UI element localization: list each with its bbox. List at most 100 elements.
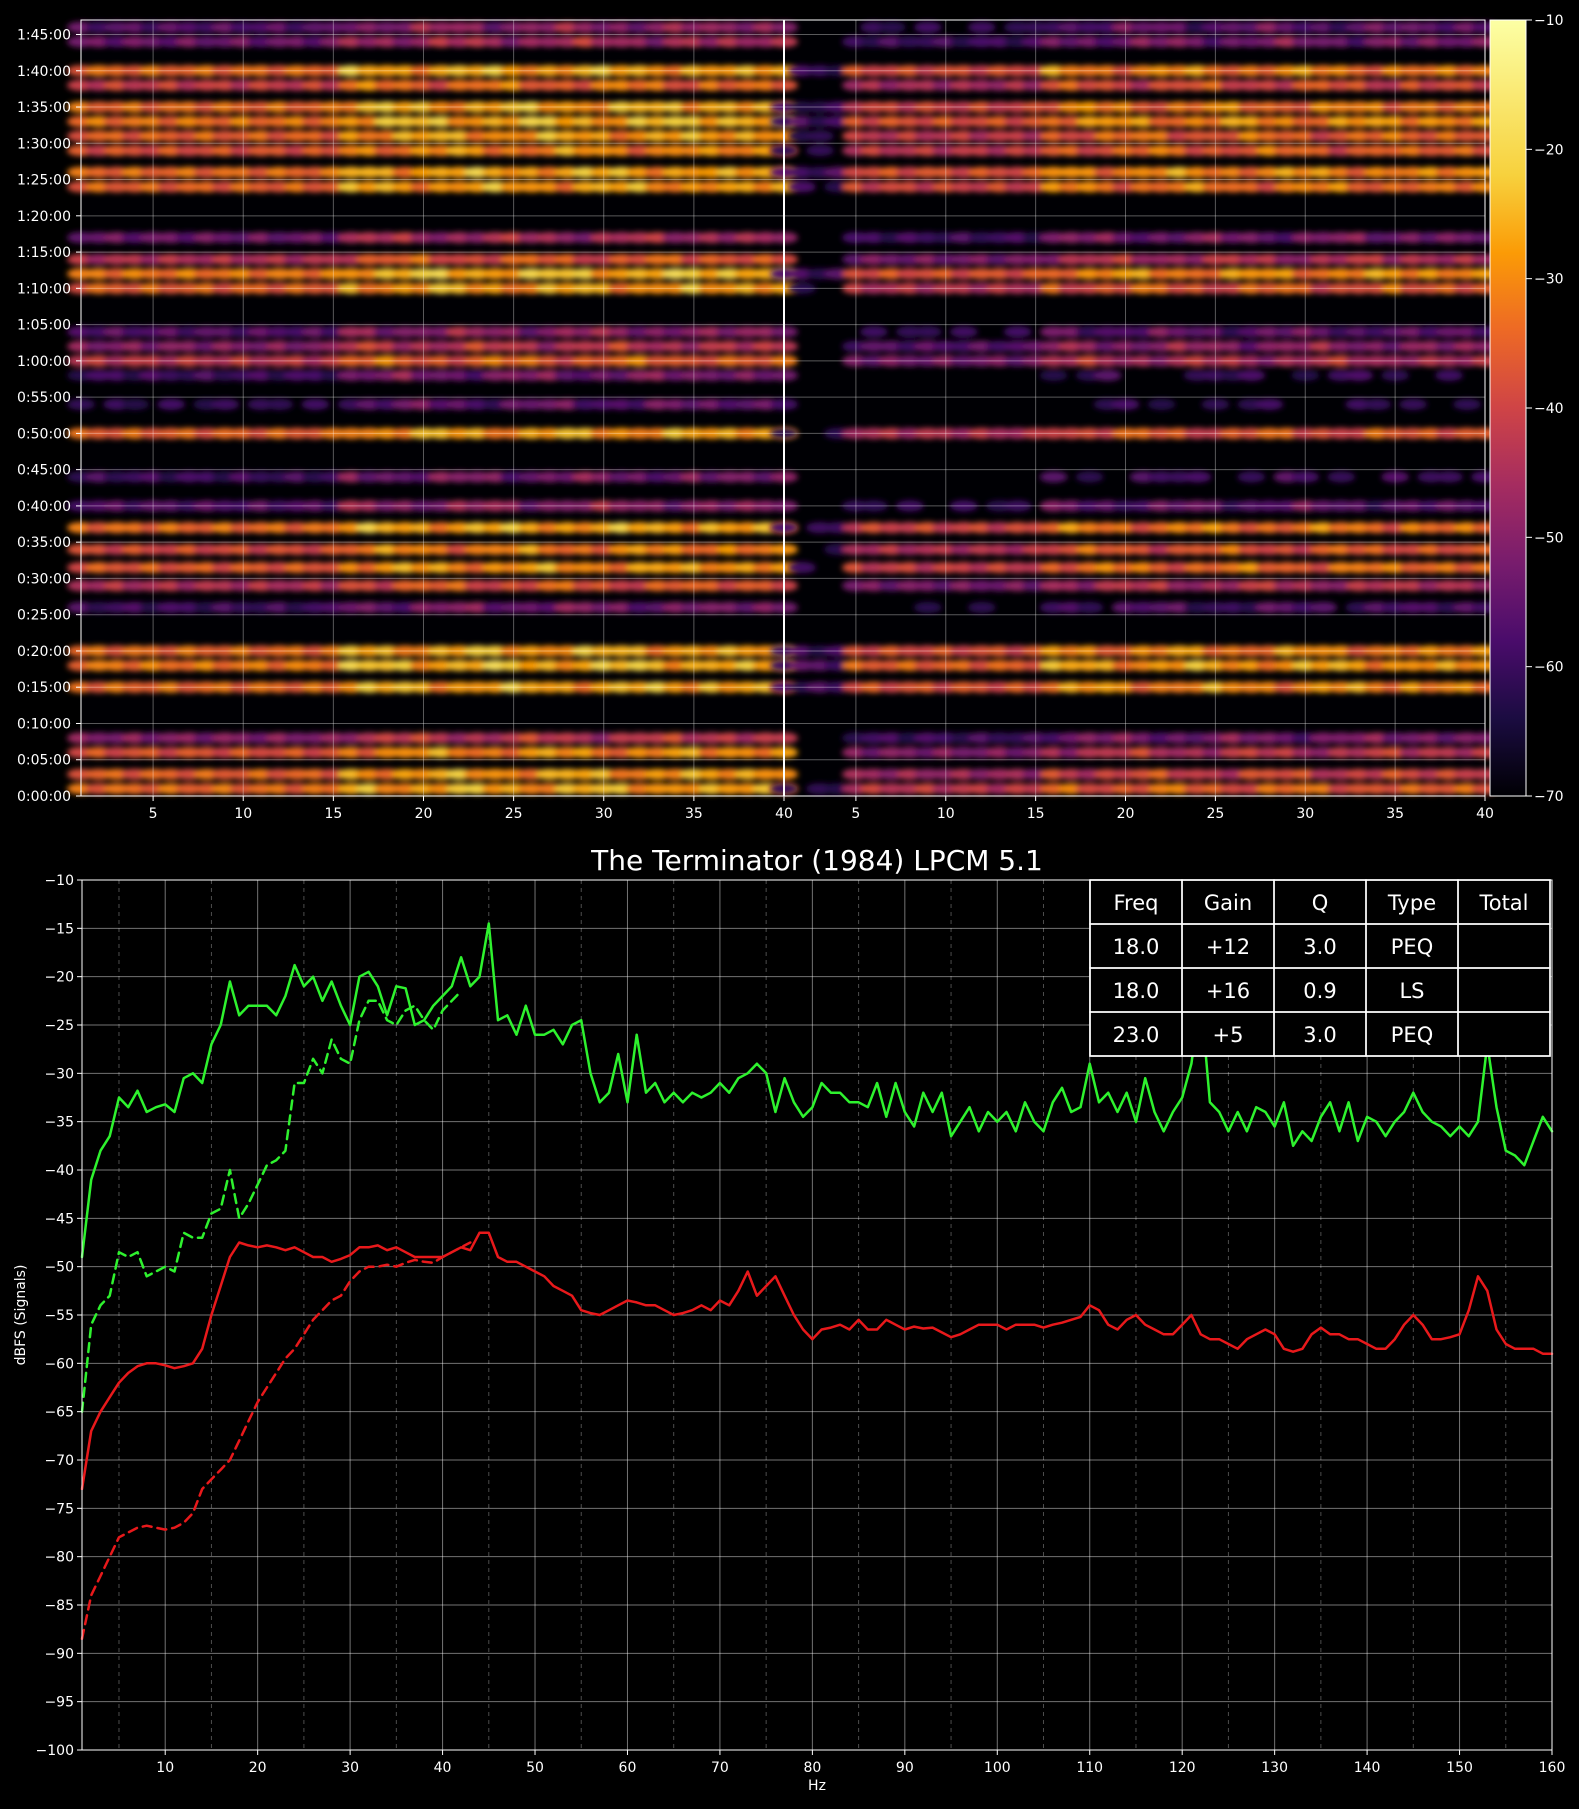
- spectrogram-cell: [1453, 398, 1482, 410]
- spectrogram-y-tick-label: 0:45:00: [17, 463, 71, 479]
- spectrogram-y-tick-label: 1:40:00: [17, 64, 71, 80]
- spectrogram-cell: [1309, 601, 1338, 613]
- eq-table-header: Type: [1387, 891, 1436, 915]
- x-tick-label: 140: [1354, 1760, 1381, 1776]
- spectrogram-x-tick-label: 40: [775, 806, 793, 822]
- y-tick-label: −95: [44, 1695, 74, 1711]
- spectrogram-x-tick-label: 25: [1206, 806, 1224, 822]
- x-tick-label: 70: [711, 1760, 729, 1776]
- spectrogram-y-tick-label: 0:05:00: [17, 753, 71, 769]
- spectrogram-cell: [1039, 369, 1068, 381]
- eq-table-header: Freq: [1114, 891, 1159, 915]
- spectrogram-y-tick-label: 1:10:00: [17, 281, 71, 297]
- spectrogram-cell: [1435, 471, 1464, 483]
- spectrogram-cell: [1363, 398, 1392, 410]
- x-tick-label: 100: [984, 1760, 1011, 1776]
- x-tick-label: 10: [156, 1760, 174, 1776]
- spectrogram-y-tick-label: 1:30:00: [17, 136, 71, 152]
- spectrogram-y-tick-label: 0:50:00: [17, 426, 71, 442]
- eq-table-value: 3.0: [1303, 1023, 1336, 1047]
- y-tick-label: −60: [44, 1356, 74, 1372]
- x-tick-label: 110: [1076, 1760, 1103, 1776]
- spectrogram-cell: [949, 326, 978, 338]
- spectrogram-cell: [913, 326, 942, 338]
- spectrogram-cell: [1435, 369, 1464, 381]
- y-tick-label: −70: [44, 1453, 74, 1469]
- x-tick-label: 80: [803, 1760, 821, 1776]
- spectrogram-cell: [211, 398, 240, 410]
- x-tick-label: 90: [896, 1760, 914, 1776]
- spectrogram-cell: [1003, 326, 1032, 338]
- spectrogram-y-tick-label: 0:30:00: [17, 571, 71, 587]
- spectrogram-cell: [1255, 398, 1284, 410]
- eq-table-value: 18.0: [1113, 935, 1160, 959]
- figure: 0:00:00 0:05:00 0:10:00 0:15:00 0:20:00 0:25:…: [0, 0, 1579, 1809]
- spectrogram-cell: [1345, 369, 1374, 381]
- spectrogram-cell: [1183, 471, 1212, 483]
- spectrogram-x-tick-label: 30: [595, 806, 613, 822]
- colorbar-tick-label: −50: [1534, 530, 1564, 546]
- spectrogram-y-tick-label: 1:35:00: [17, 100, 71, 116]
- spectrogram-y-tick-label: 0:40:00: [17, 499, 71, 515]
- y-tick-label: −25: [44, 1018, 74, 1034]
- spectrogram-cell: [1075, 601, 1104, 613]
- colorbar-tick-label: −60: [1534, 660, 1564, 676]
- x-tick-label: 60: [619, 1760, 637, 1776]
- spectrogram-cell: [967, 21, 996, 33]
- y-tick-label: −80: [44, 1550, 74, 1566]
- y-tick-label: −10: [44, 873, 74, 889]
- y-tick-label: −30: [44, 1066, 74, 1082]
- eq-table-value: 3.0: [1303, 935, 1336, 959]
- spectrogram-cell: [1039, 471, 1068, 483]
- y-tick-label: −40: [44, 1163, 74, 1179]
- eq-table-value: 18.0: [1113, 979, 1160, 1003]
- spectrogram-y-tick-label: 0:10:00: [17, 716, 71, 732]
- y-tick-label: −20: [44, 970, 74, 986]
- spectrogram-cell: [1399, 398, 1428, 410]
- spectrogram: 0:00:00 0:05:00 0:10:00 0:15:00 0:20:00 0:25:…: [17, 13, 1564, 822]
- spectrogram-x-tick-label: 10: [937, 806, 955, 822]
- spectrogram-x-tick-label: 15: [1027, 806, 1045, 822]
- x-tick-label: 130: [1261, 1760, 1288, 1776]
- spectrogram-x-tick-label: 35: [1386, 806, 1404, 822]
- spectrogram-y-tick-label: 1:25:00: [17, 173, 71, 189]
- y-tick-label: −15: [44, 921, 74, 937]
- y-tick-label: −45: [44, 1211, 74, 1227]
- x-tick-label: 160: [1539, 1760, 1566, 1776]
- spectrogram-x-tick-label: 25: [505, 806, 523, 822]
- spectrogram-x-tick-label: 20: [1117, 806, 1135, 822]
- spectrogram-cell: [877, 21, 906, 33]
- eq-table-value: LS: [1399, 979, 1424, 1003]
- colorbar-tick-label: −10: [1534, 13, 1564, 29]
- spectrogram-cell: [121, 398, 150, 410]
- y-tick-label: −100: [36, 1743, 74, 1759]
- y-tick-label: −90: [44, 1646, 74, 1662]
- x-tick-label: 150: [1446, 1760, 1473, 1776]
- chart-title: The Terminator (1984) LPCM 5.1: [590, 844, 1043, 877]
- eq-table-value: +12: [1206, 935, 1250, 959]
- spectrogram-x-tick-label: 5: [851, 806, 860, 822]
- y-tick-label: −55: [44, 1308, 74, 1324]
- spectrogram-y-tick-label: 0:15:00: [17, 680, 71, 696]
- spectrogram-y-tick-label: 0:35:00: [17, 535, 71, 551]
- eq-table-header: Total: [1478, 891, 1528, 915]
- colorbar-tick-label: −40: [1534, 401, 1564, 417]
- x-tick-label: 50: [526, 1760, 544, 1776]
- spectrogram-y-tick-label: 0:55:00: [17, 390, 71, 406]
- spectrogram-x-tick-label: 35: [685, 806, 703, 822]
- spectrogram-cell: [859, 326, 888, 338]
- spectrogram-cell: [1237, 471, 1266, 483]
- spectrogram-y-tick-label: 0:00:00: [17, 789, 71, 805]
- spectrogram-cell: [157, 398, 186, 410]
- spectrogram-cell: [805, 130, 834, 142]
- spectrogram-x-tick-label: 5: [149, 806, 158, 822]
- spectrogram-cell: [1327, 471, 1356, 483]
- eq-table-value: 0.9: [1303, 979, 1336, 1003]
- spectrogram-cell: [1093, 369, 1122, 381]
- spectrogram-x-tick-label: 20: [415, 806, 433, 822]
- spectrogram-x-tick-label: 30: [1296, 806, 1314, 822]
- spectrogram-y-tick-label: 1:20:00: [17, 209, 71, 225]
- spectrogram-cell: [787, 562, 816, 574]
- spectrogram-cell: [265, 398, 294, 410]
- spectrogram-cell: [1237, 369, 1266, 381]
